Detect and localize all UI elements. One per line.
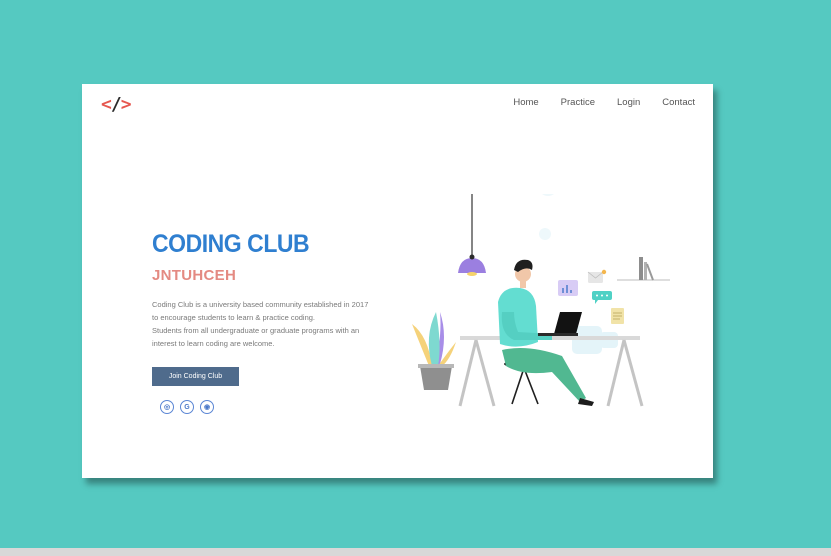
description-line: Students from all undergraduate or gradu… [152, 326, 360, 335]
social-links: ◎ G ◉ [160, 400, 214, 414]
lamp-cap [469, 254, 475, 260]
plant-pot [420, 366, 452, 390]
logo-slash: / [110, 94, 122, 115]
nav-practice[interactable]: Practice [561, 97, 595, 108]
hero-description: Coding Club is a university based commun… [152, 298, 412, 350]
plant-leaf [428, 312, 440, 366]
desk-leg [622, 339, 644, 407]
chair-leg [523, 367, 539, 405]
decor-blob [539, 228, 551, 240]
person-shoe [578, 398, 594, 406]
laptop-base [538, 333, 578, 336]
page-card: </> Home Practice Login Contact CODING C… [82, 84, 713, 478]
google-icon[interactable]: G [180, 400, 194, 414]
top-nav: Home Practice Login Contact [513, 97, 695, 108]
chair-leg [511, 367, 525, 405]
bottom-strip [0, 548, 831, 556]
lamp-shade [458, 258, 486, 273]
person-neck [520, 280, 526, 288]
description-line: to encourage students to learn & practic… [152, 313, 316, 322]
logo[interactable]: </> [101, 94, 132, 115]
desk-leg [606, 339, 626, 407]
plant-pot-rim [418, 364, 454, 368]
description-line: interest to learn coding are welcome. [152, 339, 275, 348]
instagram-icon[interactable]: ◎ [160, 400, 174, 414]
decor-blob [542, 194, 554, 196]
lamp-bulb [467, 272, 477, 276]
nav-home[interactable]: Home [513, 97, 538, 108]
book [639, 257, 643, 280]
book [646, 263, 654, 281]
logo-left: < [101, 94, 112, 115]
description-line: Coding Club is a university based commun… [152, 300, 369, 309]
developer-illustration [412, 194, 670, 407]
join-button[interactable]: Join Coding Club [152, 367, 239, 386]
desk-leg [474, 339, 496, 407]
github-icon[interactable]: ◉ [200, 400, 214, 414]
page-title: CODING CLUB [152, 230, 310, 258]
nav-login[interactable]: Login [617, 97, 640, 108]
notification-dot [601, 269, 607, 275]
nav-contact[interactable]: Contact [662, 97, 695, 108]
logo-right: > [120, 94, 132, 115]
desk-leg [458, 339, 478, 407]
page-subtitle: JNTUHCEH [152, 267, 237, 284]
